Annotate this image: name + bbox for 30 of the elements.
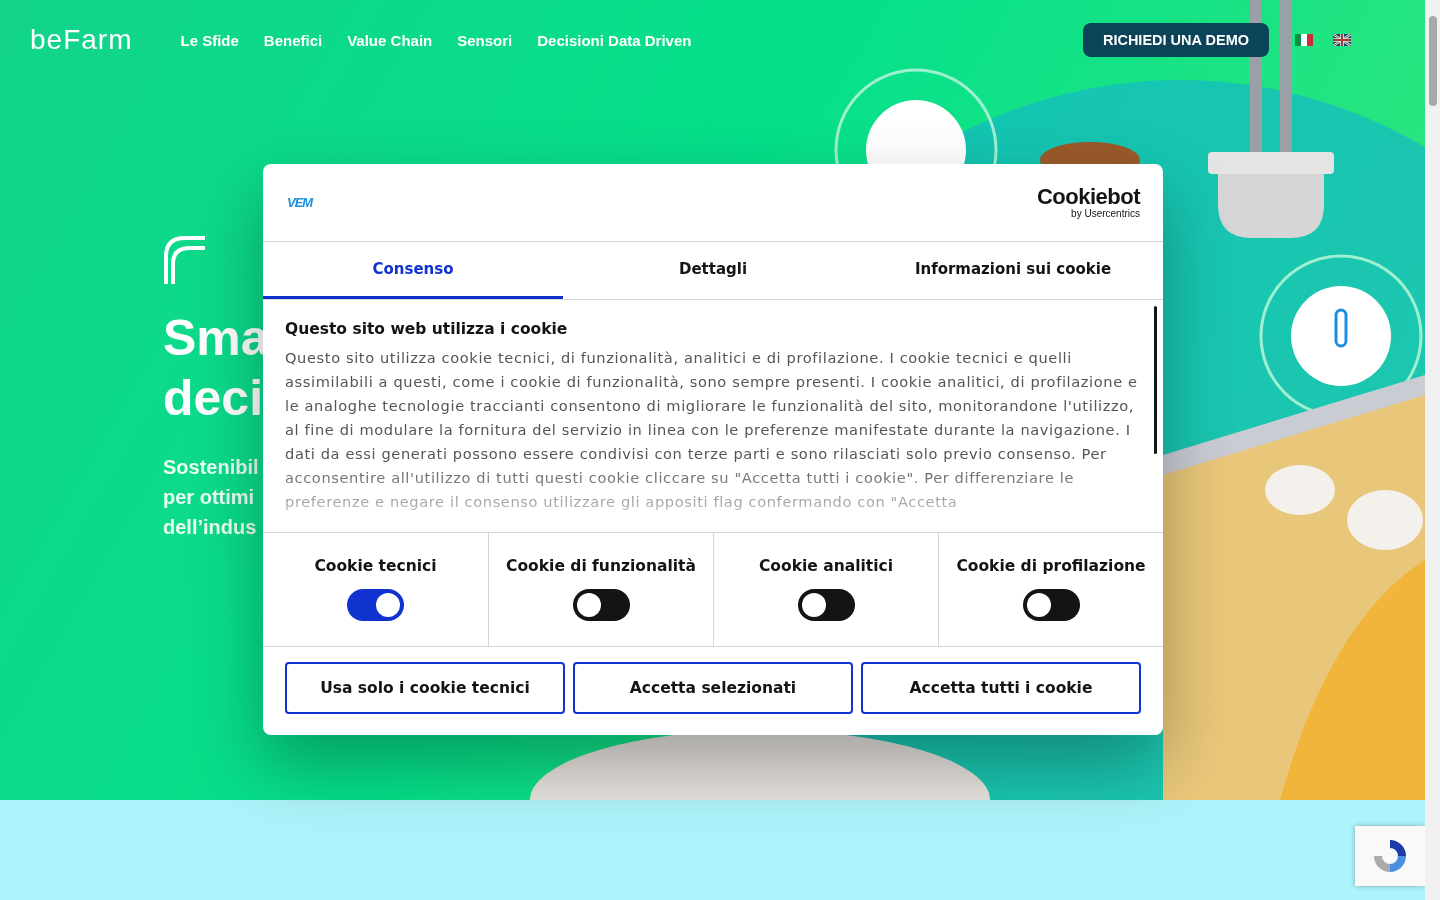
toggle-label: Cookie tecnici [314,557,437,575]
hero-title: deci [163,369,264,428]
consent-button[interactable]: Accetta tutti i cookie [861,662,1141,714]
dialog-text: Questo sito utilizza cookie tecnici, di funzionalità, analitici e di profilazione. I cookie tecnici e quelli assimilabili a questi, come i cookie di funzionalità, sono sempre presenti. I cookie analitici, di profilazione e le analoghe tecnologie traccianti consentono di migliorare le funzionalità del sito, monitorandone l'utilizzo, al fine di modulare la fornitura del servizio in linea con le preferenze manifestate durante la navigazione. I dati da essi generati possono essere condivisi con terze parti e sono rilasciati solo previo consenso. Per acconsentire all'utilizzo di tutti questi cookie cliccare su "Accetta tutti i cookie". Per differenziare le preferenze e negare il consenso utilizzare gli appositi flag confermando con "Accetta [285,348,1139,512]
consent-button[interactable]: Accetta selezionati [573,662,853,714]
consent-button[interactable]: Usa solo i cookie tecnici [285,662,565,714]
toggle-label: Cookie di funzionalità [506,557,696,575]
brand-logo: VEM [287,195,313,210]
dialog-heading: Questo sito web utilizza i cookie [285,320,569,338]
hero-subtitle: dell’indus [163,515,257,540]
toggle-switch[interactable] [572,589,630,621]
toggle-switch[interactable] [797,589,855,621]
scrollbar[interactable] [1425,0,1440,900]
hero-title: Sma [163,309,269,368]
italy-flag-icon[interactable] [1295,34,1313,46]
provider-logo: Cookiebot [1036,186,1140,208]
recaptcha-badge[interactable] [1355,826,1425,886]
uk-flag-icon[interactable] [1333,34,1351,46]
brand-mark-icon [163,234,207,284]
toggle-label: Cookie analitici [759,557,893,575]
toggle-switch[interactable] [347,589,404,621]
request-demo-button[interactable]: RICHIEDI UNA DEMO [1082,23,1269,57]
dialog-tab[interactable]: Dettagli [563,242,863,299]
toggle-label: Cookie di profilazione [956,557,1146,575]
dialog-tab[interactable]: Consenso [263,242,563,299]
hero-subtitle: Sostenibil [163,455,259,480]
toggle-switch[interactable] [1022,589,1080,621]
hero-subtitle: per ottimi [163,485,255,510]
provider-byline: by Usercentrics [1071,208,1140,219]
dialog-tab[interactable]: Informazioni sui cookie [863,242,1163,299]
